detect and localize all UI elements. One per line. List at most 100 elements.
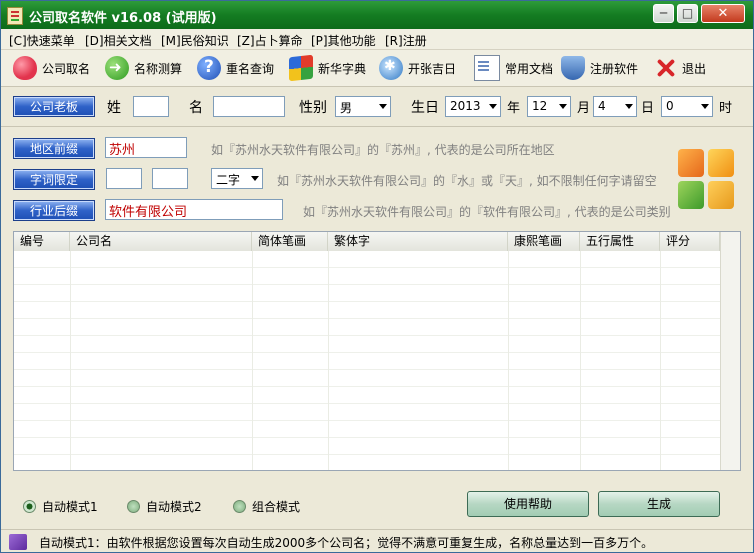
toolbar-register[interactable]: 注册软件 (561, 54, 638, 82)
toolbar-company-naming[interactable]: 公司取名 (13, 54, 90, 82)
hour-select[interactable]: 0 (661, 96, 713, 117)
column-header[interactable]: 公司名 (70, 232, 252, 251)
grid-line (328, 251, 329, 470)
surname-label: 姓 (107, 100, 121, 116)
toolbar-label: 常用文档 (505, 61, 554, 76)
hour-value: 0 (666, 99, 674, 113)
arrow-icon (105, 56, 129, 80)
grid-line (508, 251, 509, 470)
birthday-label: 生日 (411, 100, 439, 116)
menu-register[interactable]: [R]注册 (385, 32, 427, 49)
close-button[interactable]: ✕ (701, 4, 745, 23)
exit-icon (653, 56, 677, 80)
help-button[interactable]: 使用帮助 (467, 491, 589, 517)
mode-auto1[interactable]: 自动模式1 (23, 498, 98, 515)
charlimit-input-1[interactable] (106, 168, 142, 189)
column-header[interactable]: 评分 (660, 232, 720, 251)
mode-auto2[interactable]: 自动模式2 (127, 498, 202, 515)
chevron-down-icon (379, 104, 387, 109)
menu-quick[interactable]: [C]快速菜单 (9, 32, 75, 49)
year-unit: 年 (507, 101, 521, 116)
toolbar-label: 名称测算 (134, 61, 183, 76)
radio-icon (233, 500, 246, 513)
book-icon (9, 534, 27, 550)
logo-square (708, 149, 734, 177)
mode-label: 组合模式 (252, 500, 301, 514)
toolbar-exit[interactable]: 退出 (653, 54, 706, 82)
help-icon (197, 56, 221, 80)
chevron-down-icon (625, 104, 633, 109)
windows-icon (289, 54, 313, 82)
results-table[interactable]: 编号 公司名 简体笔画 繁体字 康熙笔画 五行属性 评分 (13, 231, 741, 471)
prefix-button[interactable]: 地区前缀 (13, 138, 95, 159)
year-select[interactable]: 2013 (445, 96, 501, 117)
given-name-input[interactable] (213, 96, 285, 117)
charlimit-button[interactable]: 字词限定 (13, 169, 95, 190)
grid-line (252, 251, 253, 470)
close-icon: ✕ (717, 6, 729, 21)
table-scroll-area (720, 232, 740, 470)
divider (1, 126, 753, 127)
charlimit-hint: 如『苏州水天软件有限公司』的『水』或『天』, 如不限制任何字请留空 (277, 174, 657, 188)
suffix-input[interactable]: 软件有限公司 (105, 199, 283, 220)
toolbar: 公司取名 名称测算 重名查询 新华字典 开张吉日 常用文档 注册软件 退出 (1, 50, 753, 87)
grid-line (660, 251, 661, 470)
charlimit-select-value: 二字 (216, 173, 241, 187)
table-header: 编号 公司名 简体笔画 繁体字 康熙笔画 五行属性 评分 (14, 232, 720, 252)
suffix-hint: 如『苏州水天软件有限公司』的『软件有限公司』, 代表的是公司类别 (303, 205, 671, 219)
chevron-down-icon (701, 104, 709, 109)
status-bar: 自动模式1：由软件根据您设置每次自动生成2000多个公司名；觉得不满意可重复生成… (1, 529, 753, 552)
prefix-hint: 如『苏州水天软件有限公司』的『苏州』, 代表的是公司所在地区 (211, 143, 555, 157)
menu-folk[interactable]: [M]民俗知识 (161, 32, 229, 49)
table-body (14, 251, 720, 470)
column-header[interactable]: 编号 (14, 232, 70, 251)
window-title: 公司取名软件 v16.08 (试用版) (29, 11, 217, 26)
mode-label: 自动模式2 (146, 500, 202, 514)
generate-button[interactable]: 生成 (598, 491, 720, 517)
toolbar-duplicate-check[interactable]: 重名查询 (197, 54, 274, 82)
column-header[interactable]: 繁体字 (328, 232, 508, 251)
maximize-icon: □ (681, 6, 694, 20)
menu-other[interactable]: [P]其他功能 (311, 32, 376, 49)
globe-icon (379, 56, 403, 80)
radio-selected-icon (23, 500, 36, 513)
logo-square (678, 181, 704, 209)
suffix-button[interactable]: 行业后缀 (13, 200, 95, 221)
month-unit: 月 (577, 101, 591, 116)
month-select[interactable]: 12 (527, 96, 571, 117)
surname-input[interactable] (133, 96, 169, 117)
given-name-label: 名 (189, 100, 203, 116)
prefix-input[interactable]: 苏州 (105, 137, 187, 158)
day-select[interactable]: 4 (593, 96, 637, 117)
logo-square (708, 181, 734, 209)
menu-divination[interactable]: [Z]占卜算命 (237, 32, 303, 49)
column-header[interactable]: 简体笔画 (252, 232, 328, 251)
charlimit-input-2[interactable] (152, 168, 188, 189)
toolbar-label: 注册软件 (590, 61, 639, 76)
toolbar-name-test[interactable]: 名称测算 (105, 54, 182, 82)
gender-label: 性别 (299, 100, 327, 116)
minimize-button[interactable]: ─ (653, 4, 674, 23)
chevron-down-icon (251, 176, 259, 181)
document-icon (474, 55, 500, 81)
mode-combine[interactable]: 组合模式 (233, 498, 300, 515)
toolbar-opening-day[interactable]: 开张吉日 (379, 54, 456, 82)
charlimit-select[interactable]: 二字 (211, 168, 263, 189)
menu-bar: [C]快速菜单 [D]相关文档 [M]民俗知识 [Z]占卜算命 [P]其他功能 … (1, 29, 753, 50)
owner-button[interactable]: 公司老板 (13, 96, 95, 117)
maximize-button[interactable]: □ (677, 4, 698, 23)
column-header[interactable]: 五行属性 (580, 232, 660, 251)
gender-value: 男 (340, 101, 353, 115)
title-bar[interactable]: 公司取名软件 v16.08 (试用版) ─ □ ✕ (1, 1, 753, 29)
grid-line (70, 251, 71, 470)
menu-docs[interactable]: [D]相关文档 (85, 32, 152, 49)
toolbar-common-docs[interactable]: 常用文档 (471, 54, 553, 82)
chevron-down-icon (489, 104, 497, 109)
gender-select[interactable]: 男 (335, 96, 391, 117)
mode-label: 自动模式1 (42, 500, 98, 514)
column-header[interactable]: 康熙笔画 (508, 232, 580, 251)
toolbar-dictionary[interactable]: 新华字典 (289, 54, 366, 82)
logo-square (678, 149, 704, 177)
toolbar-label: 重名查询 (226, 61, 275, 76)
radio-icon (127, 500, 140, 513)
